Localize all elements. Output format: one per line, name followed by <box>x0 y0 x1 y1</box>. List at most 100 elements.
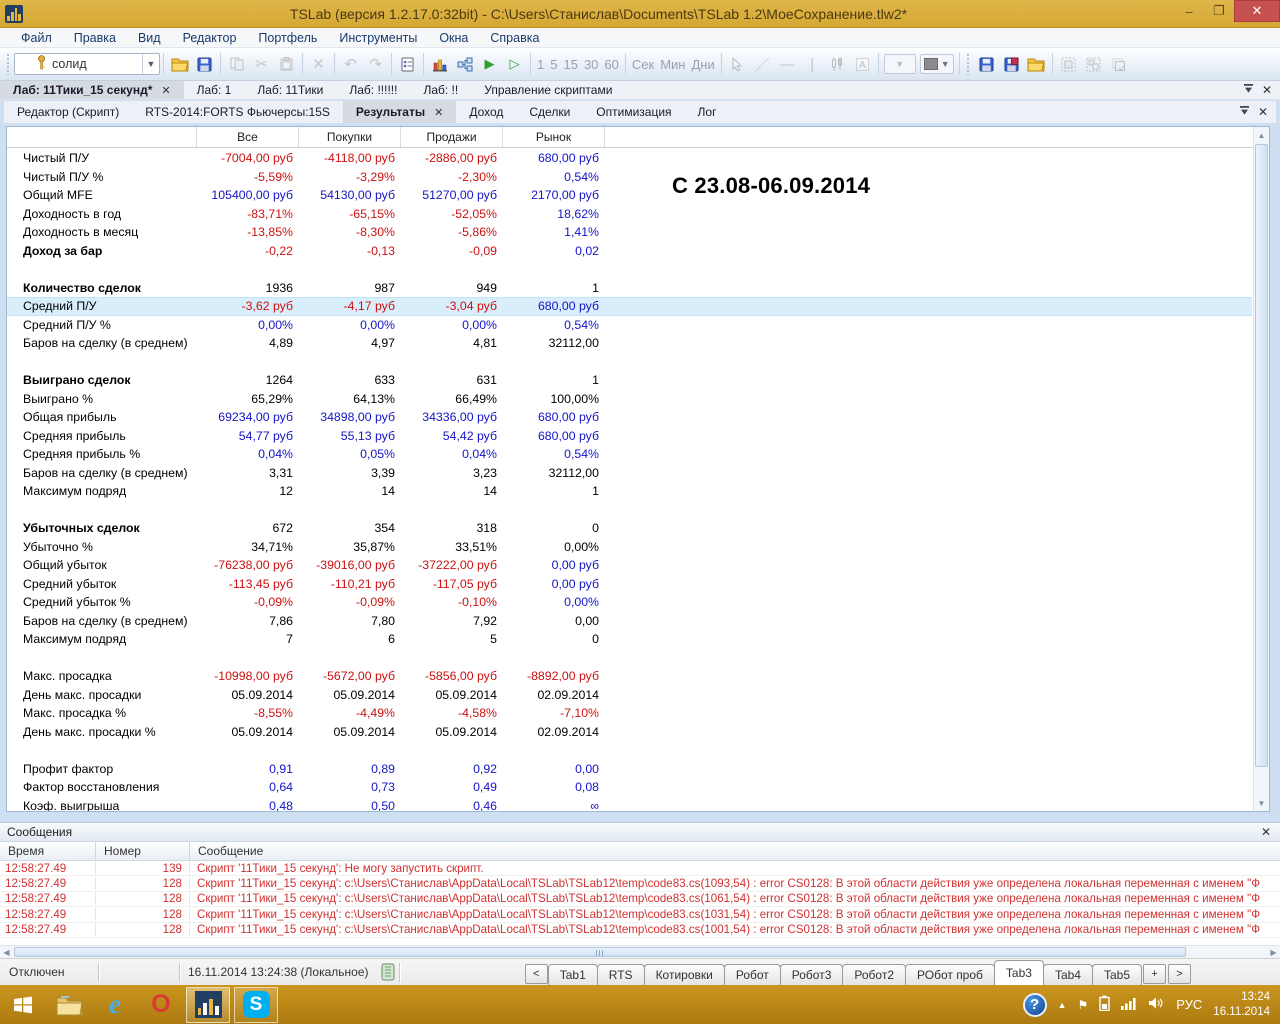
table-row[interactable]: Баров на сделку (в среднем) 4,89 4,97 4,81 3… <box>7 334 1252 353</box>
color-picker-button[interactable]: ▼ <box>919 54 954 74</box>
menu-item[interactable]: Портфель <box>247 28 328 47</box>
column-header[interactable]: Покупки <box>299 127 401 147</box>
scroll-left-icon[interactable]: ◀ <box>0 946 13 958</box>
tray-clock[interactable]: 13:24 16.11.2014 <box>1213 990 1270 1020</box>
table-row[interactable]: Чистый П/У % -5,59% -3,29% -2,30% 0,54% <box>7 168 1252 187</box>
workspace-tab[interactable]: Робот2 <box>842 964 906 985</box>
workspace-tab[interactable]: Tab1 <box>547 964 598 985</box>
timeframe-unit-button[interactable]: Сек <box>629 57 657 72</box>
table-row[interactable]: Выиграно % 65,29% 64,13% 66,49% 100,00% <box>7 390 1252 409</box>
start-button[interactable] <box>0 985 46 1024</box>
table-row[interactable]: День макс. просадки % 05.09.2014 05.09.201… <box>7 723 1252 742</box>
timeframe-unit-button[interactable]: Дни <box>688 57 717 72</box>
timeframe-button[interactable]: 30 <box>581 57 601 72</box>
language-indicator[interactable]: РУС <box>1176 997 1202 1012</box>
workspace-tab[interactable]: Котировки <box>643 964 725 985</box>
add-tab-button[interactable]: + <box>1143 964 1166 984</box>
table-row[interactable]: Максимум подряд 7 6 5 0 <box>7 630 1252 649</box>
workspace-tab[interactable]: Tab3 <box>993 960 1044 985</box>
table-row[interactable]: Фактор восстановления 0,64 0,73 0,49 0,08 <box>7 778 1252 797</box>
message-row[interactable]: 12:58:27.49 128 Скрипт '11Тики_15 секунд':… <box>0 907 1280 923</box>
properties-button[interactable] <box>395 52 420 76</box>
pin-panel-icon[interactable] <box>1243 83 1254 97</box>
volume-icon[interactable] <box>1149 996 1165 1013</box>
horizontal-scrollbar[interactable]: ◀ ▶ <box>0 945 1280 958</box>
script-schema-button[interactable] <box>452 52 477 76</box>
battery-icon[interactable] <box>1099 995 1110 1014</box>
line-width-selector[interactable]: ▼ <box>883 54 916 74</box>
tslab-taskbar-button[interactable] <box>186 986 230 1023</box>
workspace-tab[interactable]: Tab4 <box>1042 964 1093 985</box>
menu-item[interactable]: Окна <box>428 28 479 47</box>
table-row[interactable]: Общая прибыль 69234,00 руб 34898,00 руб 343… <box>7 408 1252 427</box>
document-tab[interactable]: Редактор (Скрипт) <box>4 101 132 123</box>
save-as-button[interactable] <box>999 52 1024 76</box>
timeframe-unit-button[interactable]: Мин <box>657 57 688 72</box>
table-row[interactable]: Макс. просадка % -8,55% -4,49% -4,58% -7,10% <box>7 704 1252 723</box>
message-row[interactable]: 12:58:27.49 128 Скрипт '11Тики_15 секунд':… <box>0 876 1280 892</box>
table-row[interactable]: Доходность в год -83,71% -65,15% -52,05% 18,… <box>7 205 1252 224</box>
menu-item[interactable]: Вид <box>127 28 172 47</box>
table-row[interactable]: Коэф. выигрыша 0,48 0,50 0,46 ∞ <box>7 797 1252 811</box>
network-signal-icon[interactable] <box>1121 996 1138 1013</box>
lab-tab[interactable]: Лаб: 11Тики <box>244 81 336 99</box>
pin-panel-icon[interactable] <box>1239 105 1250 119</box>
table-row[interactable]: Средний П/У % 0,00% 0,00% 0,00% 0,54% <box>7 316 1252 335</box>
menu-item[interactable]: Справка <box>479 28 550 47</box>
instrument-selector[interactable]: солид ▼ <box>14 53 160 75</box>
table-row[interactable]: Макс. просадка -10998,00 руб -5672,00 руб -… <box>7 667 1252 686</box>
vertical-scrollbar[interactable]: ▲ ▼ <box>1253 127 1269 811</box>
workspace-tab[interactable]: Робот3 <box>779 964 844 985</box>
skype-taskbar-button[interactable]: S <box>234 986 278 1023</box>
document-tab[interactable]: Лог <box>685 101 730 123</box>
close-tab-icon[interactable]: ✕ <box>161 84 170 97</box>
close-panel-icon[interactable]: ✕ <box>1262 83 1272 97</box>
menu-item[interactable]: Файл <box>10 28 63 47</box>
table-row[interactable]: Общий убыток -76238,00 руб -39016,00 руб -3… <box>7 556 1252 575</box>
timeframe-button[interactable]: 60 <box>601 57 621 72</box>
internet-explorer-button[interactable]: e <box>92 985 138 1024</box>
table-row[interactable]: Баров на сделку (в среднем) 7,86 7,80 7,92 0… <box>7 612 1252 631</box>
table-row[interactable]: Выиграно сделок 1264 633 631 1 <box>7 371 1252 390</box>
timeframe-button[interactable]: 15 <box>560 57 580 72</box>
workspace-tab[interactable]: RTS <box>596 964 645 985</box>
table-row[interactable]: Доход за бар -0,22 -0,13 -0,09 0,02 <box>7 242 1252 261</box>
message-row[interactable]: 12:58:27.49 139 Скрипт '11Тики_15 секунд':… <box>0 861 1280 877</box>
close-panel-icon[interactable]: ✕ <box>1258 105 1268 119</box>
workspace-tab[interactable]: Робот <box>723 964 781 985</box>
document-tab[interactable]: Сделки <box>516 101 583 123</box>
chart-button[interactable] <box>427 52 452 76</box>
minimize-button[interactable]: – <box>1174 0 1204 22</box>
tray-expand-icon[interactable]: ▲ <box>1058 1000 1067 1010</box>
lab-tab[interactable]: Лаб: !!!!!! <box>336 81 410 99</box>
table-row[interactable]: Средняя прибыль % 0,04% 0,05% 0,04% 0,54% <box>7 445 1252 464</box>
scroll-right-icon[interactable]: ▶ <box>1267 946 1280 958</box>
table-row[interactable]: Профит фактор 0,91 0,89 0,92 0,00 <box>7 760 1252 779</box>
scroll-up-icon[interactable]: ▲ <box>1254 127 1269 143</box>
scroll-down-icon[interactable]: ▼ <box>1254 795 1269 811</box>
timeframe-button[interactable]: 5 <box>547 57 560 72</box>
column-header-time[interactable]: Время <box>0 842 96 860</box>
table-row[interactable]: День макс. просадки 05.09.2014 05.09.2014 0… <box>7 686 1252 705</box>
table-row[interactable]: Средняя прибыль 54,77 руб 55,13 руб 54,42 р… <box>7 427 1252 446</box>
table-row[interactable]: Баров на сделку (в среднем) 3,31 3,39 3,23 3… <box>7 464 1252 483</box>
document-tab[interactable]: Оптимизация <box>583 101 684 123</box>
open-layout-button[interactable] <box>1024 52 1049 76</box>
log-icon[interactable] <box>377 963 399 981</box>
column-header[interactable]: Продажи <box>401 127 503 147</box>
tabs-scroll-left-button[interactable]: < <box>524 964 548 984</box>
workspace-tab[interactable]: Tab5 <box>1091 964 1142 985</box>
lab-tab[interactable]: Лаб: !! <box>410 81 471 99</box>
menu-item[interactable]: Редактор <box>172 28 248 47</box>
close-messages-icon[interactable]: ✕ <box>1261 825 1271 839</box>
timeframe-button[interactable]: 1 <box>534 57 547 72</box>
run-step-button[interactable]: ▷ <box>502 52 527 76</box>
lab-tab[interactable]: Лаб: 1 <box>184 81 245 99</box>
scrollbar-thumb[interactable] <box>1255 144 1268 767</box>
table-row[interactable]: Убыточно % 34,71% 35,87% 33,51% 0,00% <box>7 538 1252 557</box>
open-button[interactable] <box>167 52 192 76</box>
save-layout-button[interactable] <box>974 52 999 76</box>
column-header[interactable]: Все <box>197 127 299 147</box>
column-header[interactable]: Рынок <box>503 127 605 147</box>
scrollbar-thumb[interactable] <box>14 947 1186 957</box>
